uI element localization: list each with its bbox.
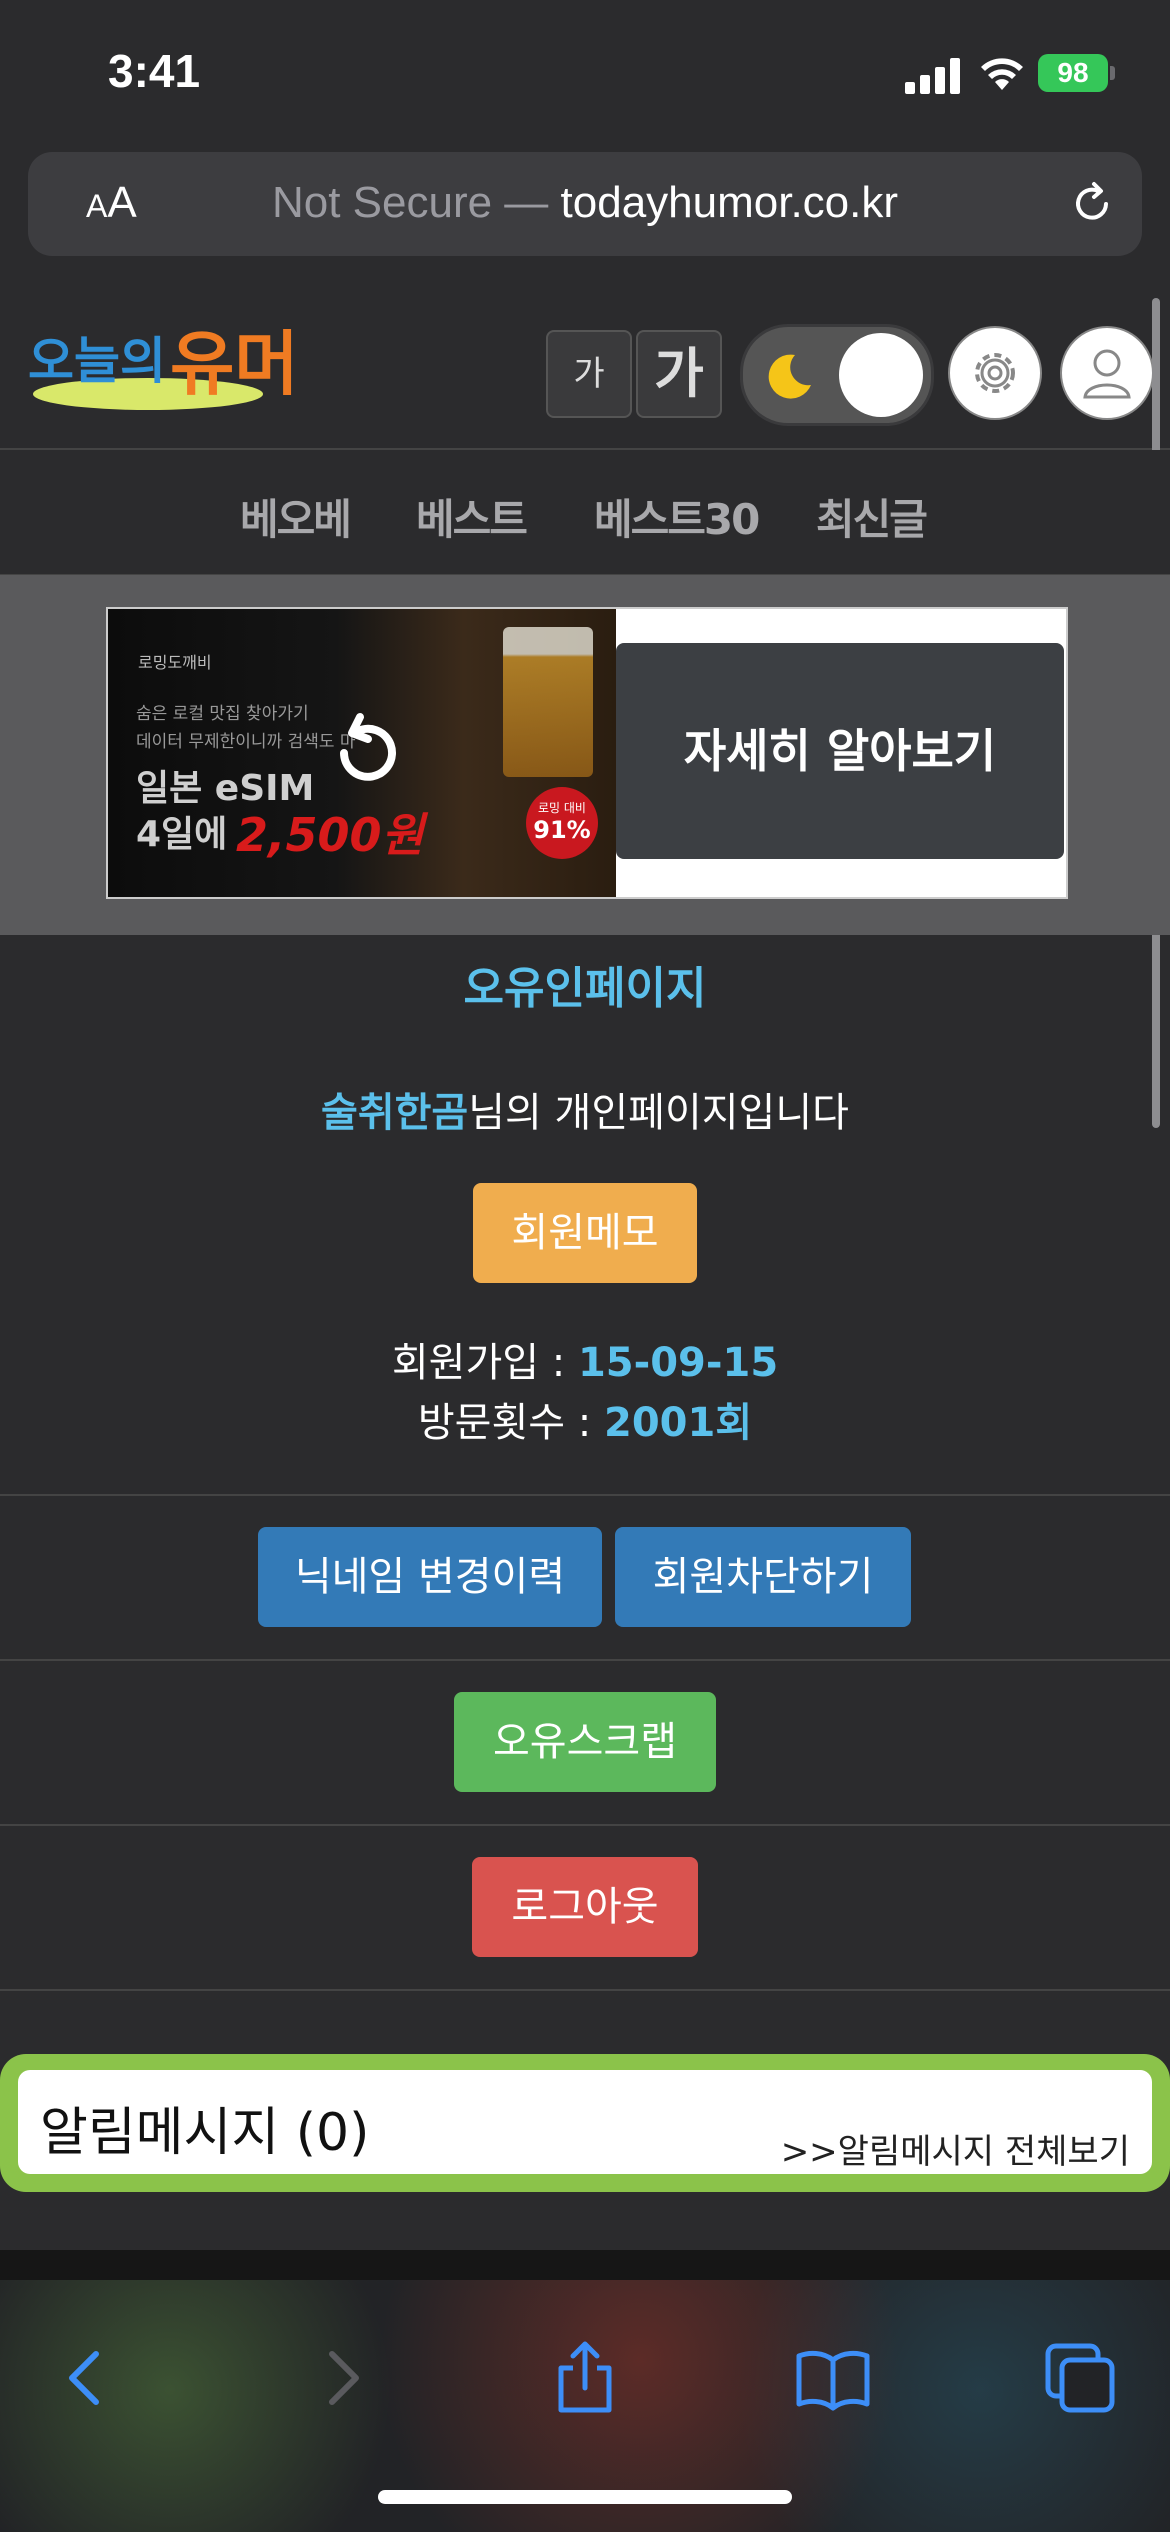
battery-indicator: 98 — [1038, 54, 1108, 92]
url-text[interactable]: Not Secure — todayhumor.co.kr — [28, 178, 1142, 228]
svg-text:오늘의: 오늘의 — [28, 332, 166, 390]
font-increase-button[interactable]: 가 — [636, 330, 722, 418]
profile-nickname: 술취한곰 — [321, 1090, 469, 1136]
url-domain: todayhumor.co.kr — [560, 178, 899, 227]
visit-count-row: 방문횟수 : 2001회 — [0, 1390, 1170, 1448]
divider — [0, 1659, 1170, 1661]
notification-box: 알림메시지 (0) >>알림메시지 전체보기 — [18, 2070, 1152, 2174]
tabs-icon[interactable] — [1040, 2338, 1120, 2418]
divider — [0, 1989, 1170, 1991]
logo-icon[interactable]: 오늘의 유머 — [28, 316, 308, 426]
bookmarks-icon[interactable] — [793, 2338, 873, 2418]
settings-button[interactable] — [948, 326, 1042, 420]
status-bar: 3:41 98 — [0, 0, 1170, 150]
site-header: 오늘의 유머 가 가 — [0, 290, 1170, 450]
ad-banner-area: 로밍도깨비 숨은 로컬 맛집 찾아가기 데이터 무제한이니까 검색도 마 일본 … — [0, 575, 1170, 935]
nav-item-bestofbest[interactable]: 베오베 — [240, 486, 352, 547]
status-time: 3:41 — [108, 45, 201, 97]
join-date-row: 회원가입 : 15-09-15 — [0, 1330, 1170, 1388]
signal-icon — [905, 58, 960, 94]
scrap-button[interactable]: 오유스크랩 — [454, 1692, 716, 1792]
divider — [0, 1494, 1170, 1496]
nav-item-best30[interactable]: 베스트30 — [594, 486, 760, 547]
page-bottom-strip — [0, 2250, 1170, 2280]
notification-panel: 알림메시지 (0) >>알림메시지 전체보기 — [0, 2054, 1170, 2192]
profile-greeting: 술취한곰님의 개인페이지입니다 — [0, 1080, 1170, 1138]
nickname-history-button[interactable]: 닉네임 변경이력 — [258, 1527, 602, 1627]
member-memo-button[interactable]: 회원메모 — [473, 1183, 697, 1283]
ad-image[interactable]: 로밍도깨비 숨은 로컬 맛집 찾아가기 데이터 무제한이니까 검색도 마 일본 … — [108, 609, 616, 897]
main-nav: 베오베 베스트 베스트30 최신글 — [0, 450, 1170, 576]
notification-title: 알림메시지 (0) — [40, 2103, 370, 2163]
gear-icon — [975, 353, 1015, 393]
user-button[interactable] — [1060, 326, 1154, 420]
divider — [0, 1824, 1170, 1826]
page-title: 오유인페이지 — [463, 963, 707, 1014]
font-decrease-button[interactable]: 가 — [546, 330, 632, 418]
dark-mode-toggle[interactable] — [740, 324, 934, 426]
ad-days: 4일에 — [136, 814, 228, 855]
user-icon — [1083, 349, 1131, 399]
ad-copy-line1: 숨은 로컬 맛집 찾아가기 — [136, 704, 309, 724]
back-icon[interactable] — [48, 2338, 128, 2418]
block-member-button[interactable]: 회원차단하기 — [615, 1527, 911, 1627]
reload-icon[interactable] — [1068, 180, 1116, 228]
moon-icon — [768, 354, 811, 399]
ad-discount-badge: 로밍 대비 91% — [526, 787, 598, 859]
join-date-label: 회원가입 : — [391, 1340, 578, 1386]
replay-icon[interactable] — [322, 709, 410, 797]
share-icon[interactable] — [545, 2338, 625, 2418]
home-indicator[interactable] — [378, 2490, 792, 2504]
nav-item-latest[interactable]: 최신글 — [816, 486, 928, 547]
ad-price: 2,500원 — [236, 808, 424, 862]
battery-tip — [1110, 66, 1115, 80]
ad-learn-more-button[interactable]: 자세히 알아보기 — [616, 643, 1064, 859]
logout-button[interactable]: 로그아웃 — [472, 1857, 698, 1957]
forward-icon[interactable] — [300, 2338, 380, 2418]
not-secure-label: Not Secure — — [271, 178, 549, 227]
join-date-value: 15-09-15 — [577, 1340, 779, 1386]
ad-banner[interactable]: 로밍도깨비 숨은 로컬 맛집 찾아가기 데이터 무제한이니까 검색도 마 일본 … — [106, 607, 1068, 899]
ad-brand: 로밍도깨비 — [138, 653, 212, 672]
visit-count-label: 방문횟수 : — [417, 1400, 604, 1446]
view-all-notifications-link[interactable]: >>알림메시지 전체보기 — [781, 2124, 1130, 2173]
toggle-knob — [839, 333, 923, 417]
nav-item-best[interactable]: 베스트 — [416, 486, 528, 547]
url-bar[interactable]: AA Not Secure — todayhumor.co.kr — [28, 152, 1142, 256]
beer-image — [503, 627, 593, 777]
svg-text:유머: 유머 — [170, 323, 299, 405]
visit-count-value: 2001회 — [603, 1400, 753, 1446]
greeting-suffix: 님의 개인페이지입니다 — [468, 1090, 849, 1136]
wifi-icon — [981, 58, 1023, 90]
